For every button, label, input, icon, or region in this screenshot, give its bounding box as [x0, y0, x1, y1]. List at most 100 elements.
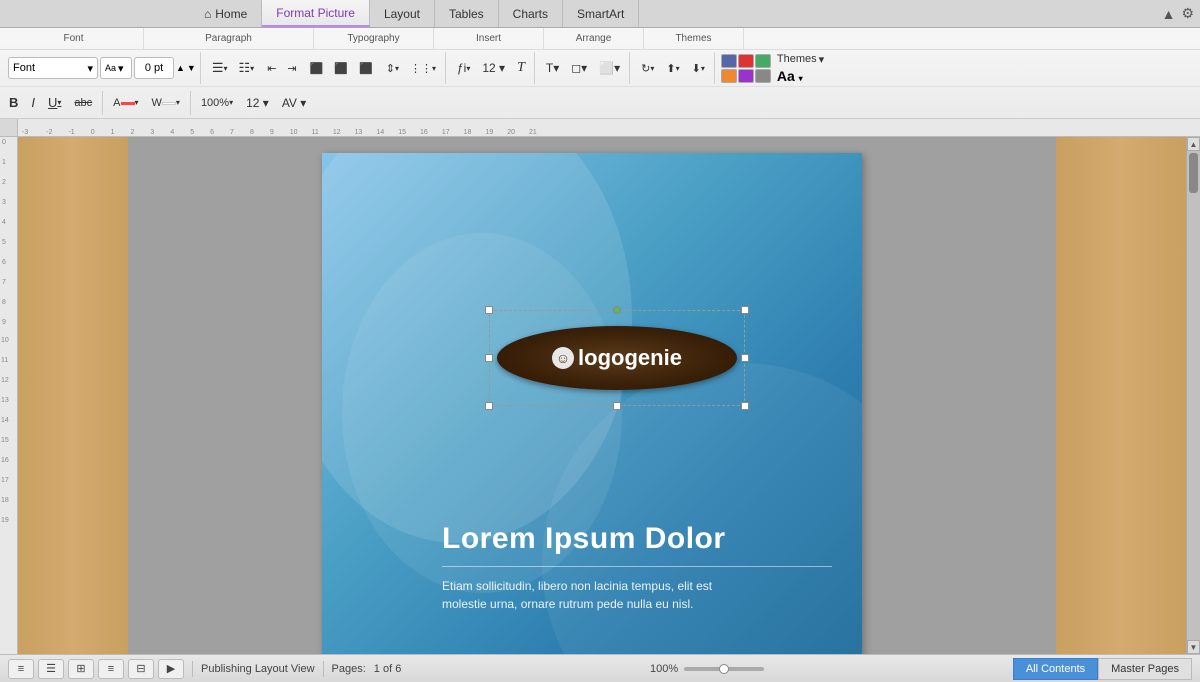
window-collapse-icon[interactable]: ▲: [1162, 6, 1176, 22]
subscript-btn[interactable]: 12 ▾: [241, 94, 274, 112]
arrange-rotate-icon: ↻: [641, 62, 650, 75]
window-settings-icon[interactable]: ⚙: [1181, 5, 1194, 22]
themes-dropdown-btn[interactable]: Themes ▾: [777, 53, 824, 66]
view-btn-1[interactable]: ≡: [8, 659, 34, 679]
decrease-indent-icon: ⇤: [267, 62, 276, 75]
handle-top-left[interactable]: [485, 306, 493, 314]
view-btn-6[interactable]: ▶: [158, 659, 184, 679]
decrease-indent-btn[interactable]: ⇤: [262, 60, 281, 77]
page-text-area: Lorem Ipsum Dolor Etiam sollicitudin, li…: [442, 522, 832, 613]
view-btn-4[interactable]: ≡: [98, 659, 124, 679]
tab-home[interactable]: ⌂ Home: [190, 0, 262, 27]
logo-container[interactable]: ☺ logologogeniegenie: [497, 318, 737, 398]
theme-swatch-orange[interactable]: [721, 69, 737, 83]
list-numbers-chevron-icon: ▾: [250, 64, 254, 73]
zoom-slider[interactable]: [684, 667, 764, 671]
scroll-up-btn[interactable]: ▲: [1187, 137, 1200, 151]
font-family-dropdown[interactable]: Font ▾: [8, 57, 98, 79]
line-spacing-chevron-icon: ▾: [395, 64, 399, 73]
group-header-paragraph: Paragraph: [144, 28, 314, 49]
theme-swatch-purple[interactable]: [738, 69, 754, 83]
zoom-thumb[interactable]: [719, 664, 729, 674]
bold-btn[interactable]: B: [4, 93, 23, 112]
image-btn[interactable]: ⬜▾: [594, 59, 625, 77]
handle-bot-left[interactable]: [485, 402, 493, 410]
highlight-swatch: [162, 102, 176, 105]
zoom-label: 100%: [201, 97, 229, 109]
handle-mid-right[interactable]: [741, 354, 749, 362]
vertical-scrollbar[interactable]: ▲ ▼: [1186, 137, 1200, 654]
scroll-track[interactable]: [1187, 151, 1200, 640]
align-center-btn[interactable]: ⬛: [329, 60, 353, 77]
view-btn-2[interactable]: ☰: [38, 659, 64, 679]
kern-icon: 12 ▾: [482, 61, 505, 75]
vertical-ruler: 0 1 2 3 4 5 6 7 8 9 10 11 12 13 14 15 16…: [0, 137, 18, 654]
handle-top-right[interactable]: [741, 306, 749, 314]
tab-smartart[interactable]: SmartArt: [563, 0, 639, 27]
underline-btn[interactable]: U ▾: [43, 93, 66, 112]
bold-icon: B: [9, 95, 18, 110]
columns-btn[interactable]: ⋮⋮ ▾: [405, 60, 441, 77]
zoom-btn[interactable]: 100% ▾: [196, 95, 238, 111]
theme-swatch-red[interactable]: [738, 54, 754, 68]
group-header-themes: Themes: [644, 28, 744, 49]
list-numbers-btn[interactable]: ☷ ▾: [234, 58, 260, 78]
align-left-btn[interactable]: ⬛: [305, 60, 329, 77]
view-btn-3[interactable]: ⊞: [68, 659, 94, 679]
line-spacing-btn[interactable]: ⇕ ▾: [381, 60, 404, 77]
tab-charts[interactable]: Charts: [499, 0, 563, 27]
ruler-ticks: -3 -2 -1 0 1 2 3 4 5 6 7 8 9 10 11 12 13…: [18, 119, 1200, 136]
highlight-icon: W: [152, 97, 162, 109]
text-box-btn[interactable]: T▾: [541, 59, 564, 77]
align-left-icon: ⬛: [310, 62, 324, 75]
page-divider: [442, 566, 832, 567]
italic-btn[interactable]: I: [26, 93, 40, 112]
theme-swatch-gray[interactable]: [755, 69, 771, 83]
ligatures-btn[interactable]: ƒi ▾: [452, 59, 475, 77]
arrange-back-btn[interactable]: ⬇ ▾: [687, 60, 710, 77]
font-style-dropdown[interactable]: Aa ▾: [100, 57, 132, 79]
themes-chevron-icon: ▾: [819, 53, 825, 66]
font-theme-btn[interactable]: Aa ▾: [777, 68, 803, 84]
handle-mid-left[interactable]: [485, 354, 493, 362]
italic-icon: I: [31, 95, 35, 110]
arrange-rotate-btn[interactable]: ↻ ▾: [636, 60, 659, 77]
tab-format-picture[interactable]: Format Picture: [262, 0, 370, 27]
strikethrough-btn[interactable]: abc: [69, 95, 97, 111]
theme-swatch-blue[interactable]: [721, 54, 737, 68]
scroll-thumb[interactable]: [1189, 153, 1198, 193]
tab-layout[interactable]: Layout: [370, 0, 435, 27]
font-size-input[interactable]: [134, 57, 174, 79]
status-bar: ≡ ☰ ⊞ ≡ ⊟ ▶ Publishing Layout View Pages…: [0, 654, 1200, 682]
app-window: ⌂ Home Format Picture Layout Tables Char…: [0, 0, 1200, 682]
tab-master-pages[interactable]: Master Pages: [1098, 658, 1192, 680]
handle-bot-right[interactable]: [741, 402, 749, 410]
kern-btn[interactable]: 12 ▾: [477, 59, 510, 77]
scroll-down-btn[interactable]: ▼: [1187, 640, 1200, 654]
font-size-down-icon[interactable]: ▼: [187, 63, 196, 73]
logo-name-logogenie: logologogeniegenie: [578, 345, 682, 371]
list-bullets-btn[interactable]: ☰ ▾: [207, 58, 233, 78]
shape-btn[interactable]: ◻▾: [566, 59, 592, 77]
ribbon: Font Paragraph Typography Insert Arrange…: [0, 28, 1200, 119]
handle-bot-mid[interactable]: [613, 402, 621, 410]
font-color-btn[interactable]: A ▾: [108, 95, 143, 111]
increase-indent-btn[interactable]: ⇥: [282, 60, 301, 77]
tab-tables-label: Tables: [449, 7, 484, 21]
status-divider-1: [192, 661, 193, 677]
theme-swatch-green[interactable]: [755, 54, 771, 68]
tab-tables[interactable]: Tables: [435, 0, 499, 27]
pages-value: 1 of 6: [374, 663, 402, 675]
group-header-insert: Insert: [434, 28, 544, 49]
tab-all-contents[interactable]: All Contents: [1013, 658, 1098, 680]
script-icon: T: [517, 60, 525, 76]
arrange-forward-btn[interactable]: ⬆ ▾: [661, 60, 684, 77]
align-right-btn[interactable]: ⬛: [354, 60, 378, 77]
highlight-btn[interactable]: W ▾: [147, 95, 185, 111]
superscript-btn[interactable]: AV ▾: [277, 94, 311, 112]
script-btn[interactable]: T: [512, 58, 530, 78]
view-mode-label: Publishing Layout View: [201, 663, 315, 675]
view-btn-5[interactable]: ⊟: [128, 659, 154, 679]
font-size-up-icon[interactable]: ▲: [176, 63, 185, 73]
handle-top-mid[interactable]: [613, 306, 621, 314]
